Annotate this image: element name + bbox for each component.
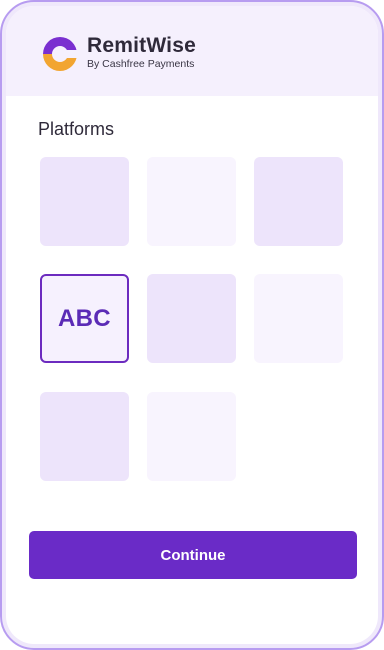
device-frame: RemitWise By Cashfree Payments Platforms… [0,0,384,650]
platform-tile[interactable] [147,274,236,363]
remitwise-logo-icon [43,37,78,71]
brand-tagline: By Cashfree Payments [87,58,195,70]
platform-tile[interactable] [40,157,129,246]
brand-name: RemitWise [87,34,196,57]
platform-tile[interactable] [147,157,236,246]
platform-tile[interactable] [254,157,343,246]
platform-tile-selected[interactable]: ABC [40,274,129,363]
section-title: Platforms [38,119,115,139]
platform-tile[interactable] [254,274,343,363]
app-header: RemitWise By Cashfree Payments [6,6,378,96]
platform-tile[interactable] [147,392,236,481]
platform-tile[interactable] [40,392,129,481]
platform-tile-label: ABC [58,304,111,332]
continue-button[interactable]: Continue [29,531,357,579]
app-screen: RemitWise By Cashfree Payments Platforms… [6,6,378,644]
